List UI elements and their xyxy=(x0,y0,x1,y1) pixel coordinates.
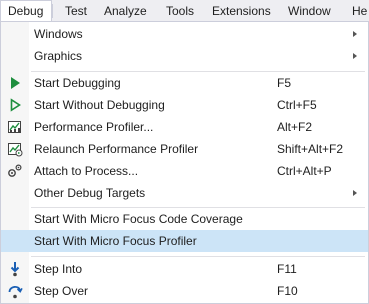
menubar-tools-label: Tools xyxy=(166,4,195,18)
menubar-help-label: He xyxy=(352,4,368,18)
menu-item-shortcut: Ctrl+F5 xyxy=(277,98,317,112)
menubar-test[interactable]: Test xyxy=(57,0,87,22)
menubar-window-label: Window xyxy=(288,4,331,18)
step-over-icon xyxy=(8,286,23,299)
menu-item-label: Start Without Debugging xyxy=(34,98,165,112)
submenu-arrow-icon xyxy=(353,190,357,196)
menu-item-start-debugging[interactable]: Start Debugging F5 xyxy=(1,72,368,94)
menu-item-start-without-debugging[interactable]: Start Without Debugging Ctrl+F5 xyxy=(1,94,368,116)
menu-item-label: Windows xyxy=(34,27,83,41)
menu-item-label: Graphics xyxy=(34,49,83,63)
menubar-debug[interactable]: Debug xyxy=(0,0,52,23)
menu-item-shortcut: Ctrl+Alt+P xyxy=(277,164,332,178)
menu-item-label: Start Debugging xyxy=(34,76,121,90)
menu-item-shortcut: F5 xyxy=(277,76,292,90)
menu-item-shortcut: Alt+F2 xyxy=(277,120,313,134)
menu-item-attach-to-process[interactable]: Attach to Process... Ctrl+Alt+P xyxy=(1,160,368,182)
attach-process-icon xyxy=(8,164,22,177)
submenu-arrow-icon xyxy=(353,31,357,37)
menu-item-step-over[interactable]: Step Over F10 xyxy=(1,280,368,302)
menu-item-shortcut: Shift+Alt+F2 xyxy=(277,142,344,156)
menu-item-start-with-micro-focus-code-coverage[interactable]: Start With Micro Focus Code Coverage xyxy=(1,208,368,230)
menu-item-windows[interactable]: Windows xyxy=(1,23,368,45)
menu-item-graphics[interactable]: Graphics xyxy=(1,45,368,67)
menu-item-label: Step Into xyxy=(34,262,83,276)
menu-item-label: Performance Profiler... xyxy=(34,120,154,134)
menu-item-label: Attach to Process... xyxy=(34,164,139,178)
menubar-test-label: Test xyxy=(65,4,88,18)
menu-item-performance-profiler[interactable]: Performance Profiler... Alt+F2 xyxy=(1,116,368,138)
submenu-arrow-icon xyxy=(353,53,357,59)
performance-profiler-icon xyxy=(8,121,21,133)
menu-item-label: Relaunch Performance Profiler xyxy=(34,142,199,156)
play-outline-icon xyxy=(10,98,21,112)
debug-menu-dropdown: Windows Graphics Start Debugging F5 Star… xyxy=(0,21,369,304)
menubar-analyze-label: Analyze xyxy=(104,4,147,18)
play-solid-icon xyxy=(11,77,20,89)
menu-item-other-debug-targets[interactable]: Other Debug Targets xyxy=(1,182,368,204)
menu-item-label: Step Over xyxy=(34,284,89,298)
menubar-extensions-label: Extensions xyxy=(212,4,271,18)
menu-item-step-into[interactable]: Step Into F11 xyxy=(1,258,368,280)
menubar-window[interactable]: Window xyxy=(280,0,331,22)
menubar-help[interactable]: He xyxy=(344,0,367,22)
menu-item-relaunch-performance-profiler[interactable]: Relaunch Performance Profiler Shift+Alt+… xyxy=(1,138,368,160)
menu-item-start-with-micro-focus-profiler[interactable]: Start With Micro Focus Profiler xyxy=(1,230,368,252)
menu-item-label: Start With Micro Focus Code Coverage xyxy=(34,212,243,226)
menubar-debug-label: Debug xyxy=(8,4,44,18)
step-into-icon xyxy=(10,262,20,277)
menubar-separator xyxy=(52,4,53,18)
menu-item-label: Other Debug Targets xyxy=(34,186,146,200)
menu-item-shortcut: F10 xyxy=(277,284,298,298)
menubar-analyze[interactable]: Analyze xyxy=(96,0,147,22)
menu-bar: Debug Test Analyze Tools Extensions Wind… xyxy=(0,0,369,23)
relaunch-profiler-icon xyxy=(8,143,23,157)
menu-item-shortcut: F11 xyxy=(277,262,297,276)
menubar-tools[interactable]: Tools xyxy=(158,0,194,22)
menubar-extensions[interactable]: Extensions xyxy=(204,0,271,22)
menu-separator xyxy=(31,256,365,257)
menu-item-label: Start With Micro Focus Profiler xyxy=(34,234,197,248)
